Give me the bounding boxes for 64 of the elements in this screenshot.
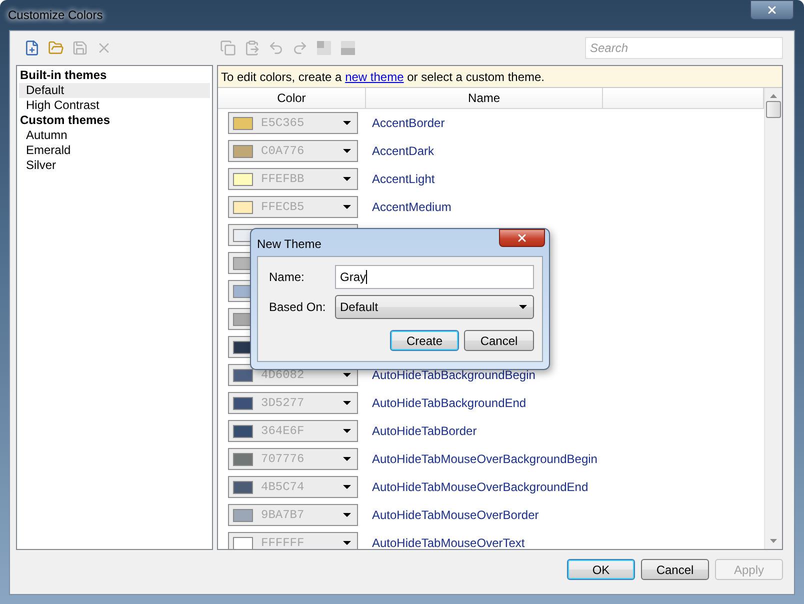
hex-value: 3D5277	[261, 396, 306, 410]
dropdown-arrow-icon	[343, 373, 351, 377]
color-name: AccentDark	[372, 144, 434, 158]
color-name: AccentLight	[372, 172, 435, 186]
dropdown-arrow-icon	[343, 401, 351, 405]
field-label: Name:	[269, 270, 306, 284]
name-field[interactable]: Gray	[335, 265, 534, 289]
based-on-dropdown[interactable]: Default	[335, 295, 534, 319]
scroll-thumb[interactable]	[766, 101, 781, 118]
column-header[interactable]: Color	[218, 88, 366, 108]
dropdown-arrow-icon	[343, 177, 351, 181]
dropdown-arrow-icon	[343, 429, 351, 433]
column-header[interactable]: Name	[366, 88, 604, 108]
scrollbar[interactable]	[764, 88, 782, 549]
color-name: AutoHideTabBackgroundBegin	[372, 368, 536, 382]
group-heading: Built-in themes	[19, 68, 108, 83]
color-name: AutoHideTabBackgroundEnd	[372, 396, 526, 410]
dropdown-arrow-icon	[343, 541, 351, 545]
theme-item[interactable]: Default	[19, 83, 210, 98]
dialog-title: New Theme	[257, 237, 322, 251]
scroll-up-icon[interactable]	[770, 94, 777, 98]
theme-item[interactable]: Silver	[19, 158, 210, 173]
info-text: To edit colors, create a new theme or select a custom theme.	[221, 70, 545, 84]
close-icon	[516, 232, 528, 244]
theme-item[interactable]: Emerald	[19, 143, 210, 158]
close-button[interactable]	[499, 229, 545, 247]
dialog-button[interactable]: OK	[567, 559, 635, 580]
dialog-button[interactable]: Cancel	[641, 559, 709, 580]
hex-value: FFFFFF	[261, 536, 306, 549]
color-name: AutoHideTabBorder	[372, 424, 477, 438]
search-field[interactable]: Search	[585, 37, 783, 59]
hex-value: C0A776	[261, 144, 306, 158]
color-name: AutoHideTabMouseOverBorder	[372, 508, 539, 522]
dialog-button[interactable]: Create	[390, 330, 459, 351]
new-theme-link[interactable]: new theme	[345, 70, 404, 84]
dropdown-arrow-icon	[343, 457, 351, 461]
color-name: AccentMedium	[372, 200, 452, 214]
dropdown-arrow-icon	[343, 513, 351, 517]
dropdown-arrow-icon	[343, 485, 351, 489]
dropdown-arrow-icon	[343, 121, 351, 125]
field-label: Based On:	[269, 300, 327, 314]
dialog-button[interactable]: Cancel	[464, 330, 534, 351]
dropdown-arrow-icon	[343, 205, 351, 209]
hex-value: E5C365	[261, 116, 306, 130]
group-heading: Custom themes	[19, 113, 112, 128]
caret-icon	[519, 305, 527, 309]
color-name: AccentBorder	[372, 116, 445, 130]
close-icon	[766, 4, 778, 16]
hex-value: 364E6F	[261, 424, 306, 438]
theme-item[interactable]: High Contrast	[19, 98, 210, 113]
scroll-down-icon[interactable]	[770, 539, 777, 543]
color-name: AutoHideTabMouseOverBackgroundEnd	[372, 480, 588, 494]
hex-value: 707776	[261, 452, 306, 466]
color-name: AutoHideTabMouseOverText	[372, 536, 525, 549]
window-title: Customize Colors	[8, 8, 103, 22]
theme-item[interactable]: Autumn	[19, 128, 210, 143]
hex-value: 9BA7B7	[261, 508, 306, 522]
close-button[interactable]	[750, 0, 794, 20]
color-name: AutoHideTabMouseOverBackgroundBegin	[372, 452, 598, 466]
hex-value: FFEFBB	[261, 172, 306, 186]
hex-value: FFECB5	[261, 200, 306, 214]
dropdown-arrow-icon	[343, 149, 351, 153]
hex-value: 4B5C74	[261, 480, 306, 494]
hex-value: 4D6082	[261, 368, 306, 382]
